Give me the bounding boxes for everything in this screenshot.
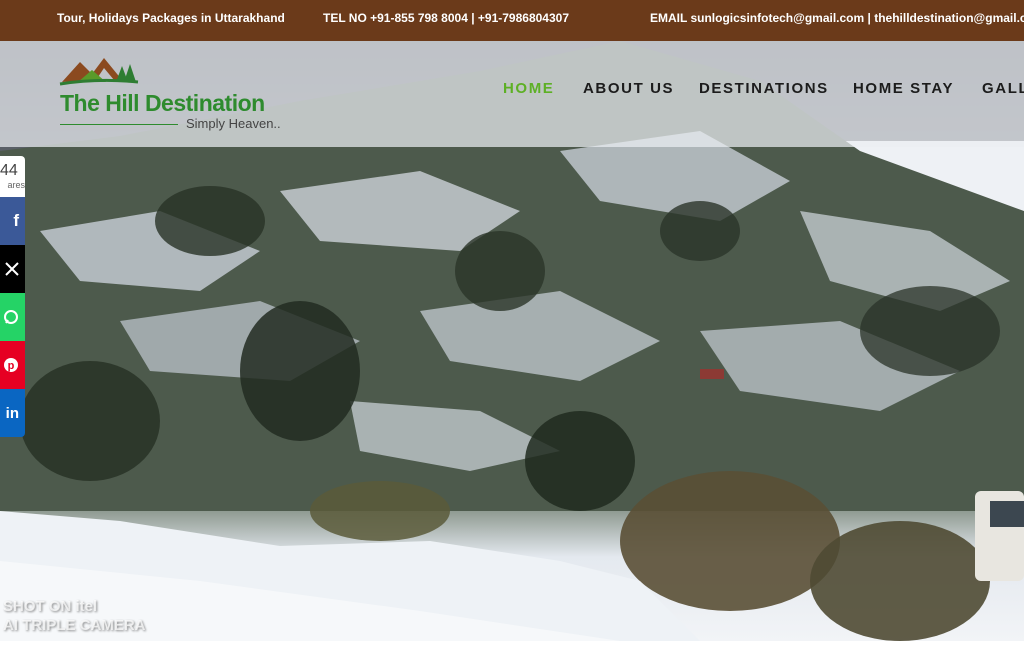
watermark-line-1: SHOT ON itel: [3, 598, 98, 615]
facebook-icon: f: [13, 211, 19, 230]
share-x-button[interactable]: [0, 245, 25, 293]
share-pinterest-button[interactable]: p: [0, 341, 25, 389]
linkedin-icon: in: [5, 404, 19, 422]
x-icon: [5, 262, 19, 276]
logo-tagline: Simply Heaven..: [186, 116, 281, 131]
svg-text:p: p: [8, 360, 15, 372]
share-facebook-button[interactable]: f: [0, 197, 25, 245]
nav-home[interactable]: HOME: [503, 80, 554, 97]
share-count: 44 ares: [0, 156, 25, 197]
share-count-number: 44: [0, 162, 18, 179]
share-whatsapp-button[interactable]: [0, 293, 25, 341]
nav-about-us[interactable]: ABOUT US: [583, 80, 674, 97]
logo-divider: [60, 124, 178, 125]
nav-gallery[interactable]: GALL: [982, 80, 1024, 97]
nav-destinations[interactable]: DESTINATIONS: [699, 80, 829, 97]
whatsapp-icon: [4, 310, 18, 324]
watermark-line-2: AI TRIPLE CAMERA: [3, 617, 146, 634]
topbar-tagline: Tour, Holidays Packages in Uttarakhand: [57, 11, 285, 25]
social-share-rail: 44 ares f p in: [0, 156, 25, 437]
topbar-phone[interactable]: TEL NO +91-855 798 8004 | +91-7986804307: [323, 11, 569, 25]
pinterest-icon: p: [4, 358, 18, 372]
top-info-bar: Tour, Holidays Packages in Uttarakhand T…: [0, 0, 1024, 41]
nav-home-stay[interactable]: HOME STAY: [853, 80, 954, 97]
main-nav: HOME ABOUT US DESTINATIONS HOME STAY GAL…: [0, 80, 1024, 100]
share-linkedin-button[interactable]: in: [0, 389, 25, 437]
topbar-email[interactable]: EMAIL sunlogicsinfotech@gmail.com | theh…: [650, 11, 1024, 25]
camera-watermark: SHOT ON itel AI TRIPLE CAMERA: [3, 597, 146, 635]
share-count-label: ares: [7, 180, 25, 190]
